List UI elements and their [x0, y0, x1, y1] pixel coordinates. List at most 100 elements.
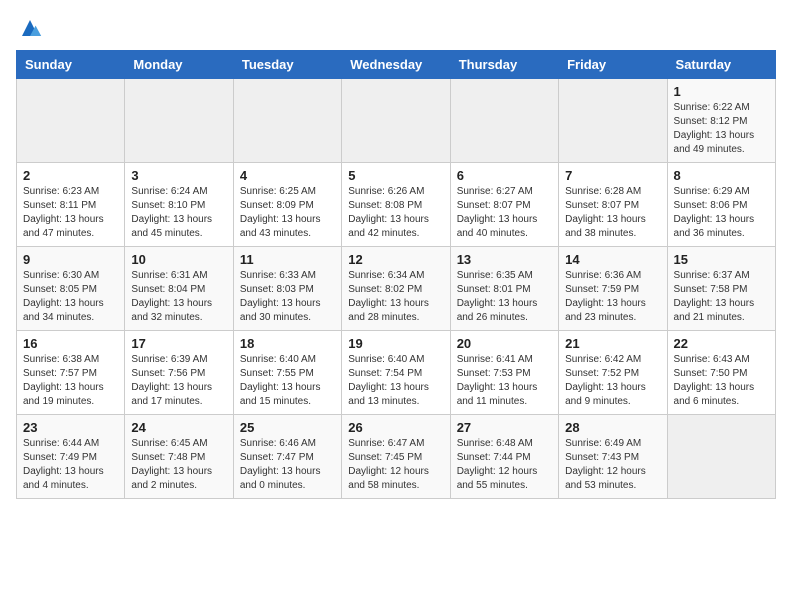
calendar-cell: 17Sunrise: 6:39 AM Sunset: 7:56 PM Dayli… — [125, 331, 233, 415]
day-number: 28 — [565, 420, 660, 435]
day-info: Sunrise: 6:35 AM Sunset: 8:01 PM Dayligh… — [457, 269, 552, 325]
calendar-cell: 10 Sunrise: 6:31 AM Sunset: 8:04 PM Dayli… — [125, 247, 233, 331]
calendar-week-row: 9 Sunrise: 6:30 AM Sunset: 8:05 PM Daylig… — [17, 247, 776, 331]
day-info: Sunrise: 6:48 AM Sunset: 7:44 PM Dayligh… — [457, 437, 552, 493]
day-number: 3 — [131, 168, 226, 183]
calendar-cell: 20 Sunrise: 6:41 AM Sunset: 7:53 PM Dayli… — [450, 331, 558, 415]
calendar-cell: 2 Sunrise: 6:23 AM Sunset: 8:11 PM Daylig… — [17, 163, 125, 247]
day-number: 11 — [240, 252, 335, 267]
calendar-cell: 7 Sunrise: 6:28 AM Sunset: 8:07 PM Daylig… — [559, 163, 667, 247]
day-number: 14 — [565, 252, 660, 267]
day-info: Sunrise: 6:33 AM Sunset: 8:03 PM Dayligh… — [240, 269, 335, 325]
calendar-cell: 6 Sunrise: 6:27 AM Sunset: 8:07 PM Daylig… — [450, 163, 558, 247]
day-number: 8 — [674, 168, 769, 183]
calendar-header: SundayMondayTuesdayWednesdayThursdayFrid… — [17, 51, 776, 79]
day-info: Sunrise: 6:28 AM Sunset: 8:07 PM Dayligh… — [565, 185, 660, 241]
day-info: Sunrise: 6:45 AM Sunset: 7:48 PM Dayligh… — [131, 437, 226, 493]
logo-icon — [18, 16, 42, 40]
calendar-cell: 11 Sunrise: 6:33 AM Sunset: 8:03 PM Dayli… — [233, 247, 341, 331]
calendar-cell: 12 Sunrise: 6:34 AM Sunset: 8:02 PM Dayli… — [342, 247, 450, 331]
calendar-cell — [667, 415, 775, 499]
day-number: 24 — [131, 420, 226, 435]
calendar-cell: 23Sunrise: 6:44 AM Sunset: 7:49 PM Dayli… — [17, 415, 125, 499]
day-info: Sunrise: 6:38 AM Sunset: 7:57 PM Dayligh… — [23, 353, 118, 409]
calendar-cell — [17, 79, 125, 163]
weekday-header: Tuesday — [233, 51, 341, 79]
day-number: 2 — [23, 168, 118, 183]
weekday-header: Thursday — [450, 51, 558, 79]
calendar-cell: 22 Sunrise: 6:43 AM Sunset: 7:50 PM Dayli… — [667, 331, 775, 415]
day-info: Sunrise: 6:42 AM Sunset: 7:52 PM Dayligh… — [565, 353, 660, 409]
day-info: Sunrise: 6:31 AM Sunset: 8:04 PM Dayligh… — [131, 269, 226, 325]
calendar-table: SundayMondayTuesdayWednesdayThursdayFrid… — [16, 50, 776, 499]
calendar-cell: 8 Sunrise: 6:29 AM Sunset: 8:06 PM Daylig… — [667, 163, 775, 247]
calendar-cell — [450, 79, 558, 163]
day-info: Sunrise: 6:44 AM Sunset: 7:49 PM Dayligh… — [23, 437, 118, 493]
day-number: 19 — [348, 336, 443, 351]
day-info: Sunrise: 6:24 AM Sunset: 8:10 PM Dayligh… — [131, 185, 226, 241]
calendar-week-row: 23Sunrise: 6:44 AM Sunset: 7:49 PM Dayli… — [17, 415, 776, 499]
weekday-header: Friday — [559, 51, 667, 79]
day-info: Sunrise: 6:41 AM Sunset: 7:53 PM Dayligh… — [457, 353, 552, 409]
day-info: Sunrise: 6:23 AM Sunset: 8:11 PM Dayligh… — [23, 185, 118, 241]
day-info: Sunrise: 6:47 AM Sunset: 7:45 PM Dayligh… — [348, 437, 443, 493]
day-info: Sunrise: 6:27 AM Sunset: 8:07 PM Dayligh… — [457, 185, 552, 241]
weekday-header: Monday — [125, 51, 233, 79]
weekday-header: Saturday — [667, 51, 775, 79]
calendar-cell: 4 Sunrise: 6:25 AM Sunset: 8:09 PM Daylig… — [233, 163, 341, 247]
day-number: 25 — [240, 420, 335, 435]
calendar-cell: 1 Sunrise: 6:22 AM Sunset: 8:12 PM Daylig… — [667, 79, 775, 163]
day-number: 4 — [240, 168, 335, 183]
day-info: Sunrise: 6:46 AM Sunset: 7:47 PM Dayligh… — [240, 437, 335, 493]
calendar-cell: 19 Sunrise: 6:40 AM Sunset: 7:54 PM Dayli… — [342, 331, 450, 415]
weekday-header: Sunday — [17, 51, 125, 79]
day-info: Sunrise: 6:37 AM Sunset: 7:58 PM Dayligh… — [674, 269, 769, 325]
calendar-cell: 16 Sunrise: 6:38 AM Sunset: 7:57 PM Dayli… — [17, 331, 125, 415]
calendar-week-row: 1 Sunrise: 6:22 AM Sunset: 8:12 PM Daylig… — [17, 79, 776, 163]
calendar-cell — [233, 79, 341, 163]
day-number: 9 — [23, 252, 118, 267]
day-info: Sunrise: 6:43 AM Sunset: 7:50 PM Dayligh… — [674, 353, 769, 409]
day-number: 17 — [131, 336, 226, 351]
weekday-header: Wednesday — [342, 51, 450, 79]
calendar-cell: 3 Sunrise: 6:24 AM Sunset: 8:10 PM Daylig… — [125, 163, 233, 247]
day-info: Sunrise: 6:26 AM Sunset: 8:08 PM Dayligh… — [348, 185, 443, 241]
calendar-cell: 14 Sunrise: 6:36 AM Sunset: 7:59 PM Dayli… — [559, 247, 667, 331]
day-number: 10 — [131, 252, 226, 267]
day-number: 18 — [240, 336, 335, 351]
day-number: 1 — [674, 84, 769, 99]
day-info: Sunrise: 6:29 AM Sunset: 8:06 PM Dayligh… — [674, 185, 769, 241]
day-number: 13 — [457, 252, 552, 267]
day-number: 16 — [23, 336, 118, 351]
day-info: Sunrise: 6:49 AM Sunset: 7:43 PM Dayligh… — [565, 437, 660, 493]
calendar-cell: 27 Sunrise: 6:48 AM Sunset: 7:44 PM Dayli… — [450, 415, 558, 499]
calendar-cell: 21Sunrise: 6:42 AM Sunset: 7:52 PM Dayli… — [559, 331, 667, 415]
day-info: Sunrise: 6:34 AM Sunset: 8:02 PM Dayligh… — [348, 269, 443, 325]
day-number: 27 — [457, 420, 552, 435]
day-info: Sunrise: 6:40 AM Sunset: 7:54 PM Dayligh… — [348, 353, 443, 409]
calendar-cell: 25 Sunrise: 6:46 AM Sunset: 7:47 PM Dayli… — [233, 415, 341, 499]
day-number: 12 — [348, 252, 443, 267]
calendar-cell: 5Sunrise: 6:26 AM Sunset: 8:08 PM Daylig… — [342, 163, 450, 247]
calendar-cell: 13 Sunrise: 6:35 AM Sunset: 8:01 PM Dayli… — [450, 247, 558, 331]
day-info: Sunrise: 6:25 AM Sunset: 8:09 PM Dayligh… — [240, 185, 335, 241]
day-number: 22 — [674, 336, 769, 351]
day-number: 20 — [457, 336, 552, 351]
calendar-cell: 28 Sunrise: 6:49 AM Sunset: 7:43 PM Dayli… — [559, 415, 667, 499]
day-number: 6 — [457, 168, 552, 183]
calendar-cell: 15 Sunrise: 6:37 AM Sunset: 7:58 PM Dayli… — [667, 247, 775, 331]
logo — [16, 16, 42, 40]
day-info: Sunrise: 6:40 AM Sunset: 7:55 PM Dayligh… — [240, 353, 335, 409]
day-info: Sunrise: 6:36 AM Sunset: 7:59 PM Dayligh… — [565, 269, 660, 325]
day-info: Sunrise: 6:30 AM Sunset: 8:05 PM Dayligh… — [23, 269, 118, 325]
calendar-cell — [342, 79, 450, 163]
day-number: 15 — [674, 252, 769, 267]
calendar-cell: 9 Sunrise: 6:30 AM Sunset: 8:05 PM Daylig… — [17, 247, 125, 331]
calendar-cell: 26Sunrise: 6:47 AM Sunset: 7:45 PM Dayli… — [342, 415, 450, 499]
day-number: 7 — [565, 168, 660, 183]
calendar-week-row: 16 Sunrise: 6:38 AM Sunset: 7:57 PM Dayli… — [17, 331, 776, 415]
calendar-week-row: 2 Sunrise: 6:23 AM Sunset: 8:11 PM Daylig… — [17, 163, 776, 247]
calendar-cell: 18 Sunrise: 6:40 AM Sunset: 7:55 PM Dayli… — [233, 331, 341, 415]
calendar-cell — [125, 79, 233, 163]
day-info: Sunrise: 6:22 AM Sunset: 8:12 PM Dayligh… — [674, 101, 769, 157]
